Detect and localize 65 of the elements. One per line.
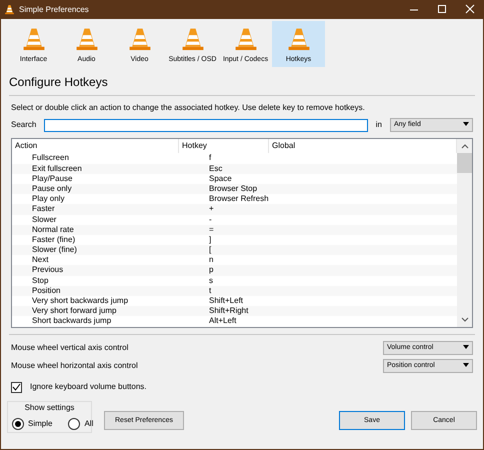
caret-icon [463,345,469,350]
table-cell-text: [ [209,245,212,256]
table-cell-text: Play only [31,194,66,204]
table-cell-text: Browser Stop [209,184,258,194]
traffic-cone-icon [126,26,152,52]
checkbox-label: Ignore keyboard volume buttons. [30,381,147,394]
section-heading: Configure Hotkeys [9,75,109,90]
instructions-text: Select or double click an action to change the associated hotkey. Use delete key to remove hotkeys. [11,102,366,114]
table-cell-text: p [209,265,214,276]
table-cell-text: Pause only [31,184,73,194]
table-cell-text: Next [31,255,50,266]
caret-icon [463,122,469,126]
search-label: Search [11,119,36,132]
radio-button[interactable] [12,418,24,430]
table-cell-text: Shift+Left [209,296,244,306]
table-cell-text: Faster [31,204,56,215]
traffic-cone-icon [286,26,312,52]
traffic-cone-icon [180,26,206,52]
scrollbar[interactable] [457,139,472,328]
table-cell-text: Slower (fine) [31,245,78,256]
setting-label: Mouse wheel vertical axis control [11,342,128,354]
table-cell-text: Position [31,286,62,296]
window-title: Simple Preferences [19,4,90,16]
column-header[interactable]: Action [12,139,179,154]
table-cell-text: Previous [31,265,64,276]
table-cell-text: Browser Refresh [209,194,270,204]
checkbox[interactable] [11,382,22,393]
table-cell-text: Play/Pause [31,174,74,184]
table-cell-text: Exit fullscreen [31,164,83,174]
table-cell-text: Fullscreen [31,153,70,164]
caret-icon [463,363,469,368]
table-cell-text: t [209,286,212,296]
table-cell-text: Short backwards jump [31,316,112,327]
table-cell-text: ] [209,234,212,246]
radio-button[interactable] [68,418,80,430]
table-cell-text: Space [209,174,233,184]
setting-label: Mouse wheel horizontal axis control [11,360,138,372]
table-cell-text: f [209,153,212,164]
table-cell-text: Stop [31,276,50,286]
table-cell-text: = [209,224,215,235]
table-cell-text: Faster (fine) [31,234,76,246]
search-field[interactable] [44,118,368,132]
traffic-cone-icon [4,4,15,15]
scrollbar-thumb[interactable] [457,153,472,174]
column-header[interactable]: Hotkey [179,139,269,154]
table-cell-text: Very short forward jump [31,306,118,316]
table-cell-text: Esc [209,164,224,174]
maximize-icon[interactable] [436,4,448,14]
table-cell-text: Shift+Right [209,306,250,316]
table-cell-text: Alt+Left [209,316,238,327]
close-icon[interactable] [464,4,476,14]
table-cell-text: Normal rate [31,224,75,235]
traffic-cone-icon [74,26,100,52]
traffic-cone-icon [20,26,46,52]
table-cell-text: s [209,276,214,286]
radio-label: All [84,418,94,430]
table-cell-text: + [209,204,215,215]
table-cell-text: Very short backwards jump [31,296,130,306]
radio-label: Simple [28,418,52,430]
table-cell-text: Slower [31,214,58,225]
group-title: Show settings [24,402,76,414]
traffic-cone-icon [232,26,258,52]
in-label: in [376,119,382,132]
table-cell-text: n [209,255,214,266]
table-cell-text: - [209,214,213,225]
